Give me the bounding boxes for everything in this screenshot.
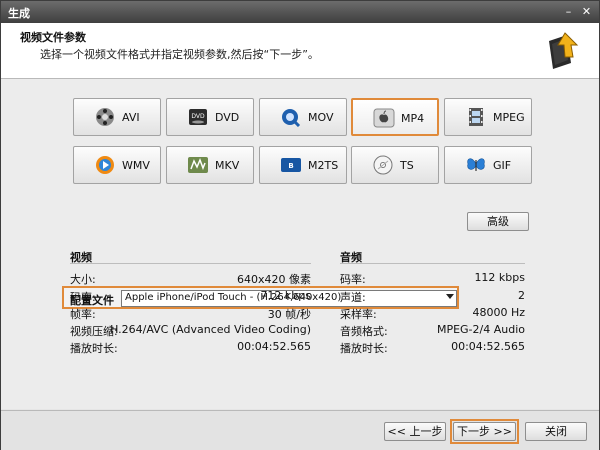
audio-value: 2	[518, 289, 525, 302]
film-strip-icon	[469, 108, 483, 126]
svg-text:B: B	[288, 162, 293, 170]
dialog-window: 生成 – ✕ 视频文件参数 选择一个视频文件格式并指定视频参数,然后按“下一步”…	[0, 0, 600, 450]
next-button[interactable]: 下一步 >>	[453, 422, 516, 441]
apple-icon	[373, 108, 395, 128]
format-label: WMV	[122, 159, 150, 172]
audio-key: 采样率:	[340, 308, 377, 321]
footer-bar: << 上一步 下一步 >> 关闭	[1, 410, 599, 450]
quicktime-icon	[282, 109, 301, 127]
audio-value: 48000 Hz	[472, 306, 525, 319]
next-button-highlight: 下一步 >>	[450, 419, 519, 444]
video-divider	[70, 263, 311, 264]
video-row-framerate: 帧率: 30 帧/秒	[70, 306, 311, 321]
mkv-icon	[188, 157, 208, 173]
video-row-bitrate: 码率: 712 kbps	[70, 289, 311, 304]
format-label: MPEG	[493, 111, 525, 124]
header-panel: 视频文件参数 选择一个视频文件格式并指定视频参数,然后按“下一步”。	[1, 23, 599, 79]
format-button-dvd[interactable]: DVD DVD	[166, 98, 254, 136]
back-button[interactable]: << 上一步	[384, 422, 446, 441]
format-label: M2TS	[308, 159, 339, 172]
page-title: 视频文件参数	[20, 31, 86, 44]
video-value: 00:04:52.565	[237, 340, 311, 353]
audio-key: 播放时长:	[340, 342, 388, 355]
video-key: 码率:	[70, 291, 96, 304]
format-button-avi[interactable]: AVI	[73, 98, 161, 136]
advanced-button[interactable]: 高级	[467, 212, 529, 231]
format-label: MOV	[308, 111, 334, 124]
window-title: 生成	[8, 7, 30, 20]
audio-value: 112 kbps	[474, 271, 525, 284]
video-value: 712 kbps	[260, 289, 311, 302]
close-button[interactable]: 关闭	[525, 422, 587, 441]
audio-row-bitrate: 码率: 112 kbps	[340, 271, 525, 286]
film-reel-icon	[96, 108, 114, 126]
format-label: DVD	[215, 111, 240, 124]
app-logo-icon	[549, 32, 579, 69]
content-panel: AVI DVD DVD MOV MP4 MPEG WMV MKV B M2TS …	[1, 79, 599, 409]
video-row-codec: 视频压缩: H.264/AVC (Advanced Video Coding)	[70, 323, 311, 338]
video-row-size: 大小: 640x420 像素	[70, 271, 311, 286]
audio-row-samplerate: 采样率: 48000 Hz	[340, 306, 525, 321]
format-button-mp4[interactable]: MP4	[351, 98, 439, 136]
audio-key: 声道:	[340, 291, 366, 304]
close-window-button[interactable]: ✕	[580, 5, 593, 18]
butterfly-icon	[467, 158, 485, 171]
video-key: 帧率:	[70, 308, 96, 321]
svg-text:DVD: DVD	[191, 113, 205, 120]
video-value: H.264/AVC (Advanced Video Coding)	[110, 323, 311, 336]
dvd-icon: DVD	[189, 109, 207, 125]
audio-key: 音频格式:	[340, 325, 388, 338]
format-label: TS	[400, 159, 414, 172]
format-button-wmv[interactable]: WMV	[73, 146, 161, 184]
audio-row-channels: 声道: 2	[340, 289, 525, 304]
format-label: MKV	[215, 159, 240, 172]
audio-value: 00:04:52.565	[451, 340, 525, 353]
video-row-duration: 播放时长: 00:04:52.565	[70, 340, 311, 355]
page-subtitle: 选择一个视频文件格式并指定视频参数,然后按“下一步”。	[40, 48, 319, 61]
video-value: 30 帧/秒	[267, 308, 311, 321]
disc-icon	[373, 155, 393, 175]
format-label: MP4	[401, 112, 425, 125]
audio-row-duration: 播放时长: 00:04:52.565	[340, 340, 525, 355]
video-key: 播放时长:	[70, 342, 118, 355]
bluray-icon: B	[281, 158, 301, 172]
format-button-ts[interactable]: TS	[351, 146, 439, 184]
format-button-mpeg[interactable]: MPEG	[444, 98, 532, 136]
minimize-button[interactable]: –	[562, 5, 575, 18]
format-label: GIF	[493, 159, 512, 172]
audio-row-format: 音频格式: MPEG-2/4 Audio	[340, 323, 525, 338]
windows-media-icon	[96, 156, 114, 174]
format-button-mov[interactable]: MOV	[259, 98, 347, 136]
format-label: AVI	[122, 111, 140, 124]
video-key: 大小:	[70, 273, 96, 286]
format-button-gif[interactable]: GIF	[444, 146, 532, 184]
video-value: 640x420 像素	[237, 273, 311, 286]
audio-divider	[340, 263, 525, 264]
format-button-m2ts[interactable]: B M2TS	[259, 146, 347, 184]
format-button-mkv[interactable]: MKV	[166, 146, 254, 184]
title-bar[interactable]: 生成 – ✕	[1, 1, 599, 23]
audio-key: 码率:	[340, 273, 366, 286]
audio-value: MPEG-2/4 Audio	[436, 323, 525, 336]
